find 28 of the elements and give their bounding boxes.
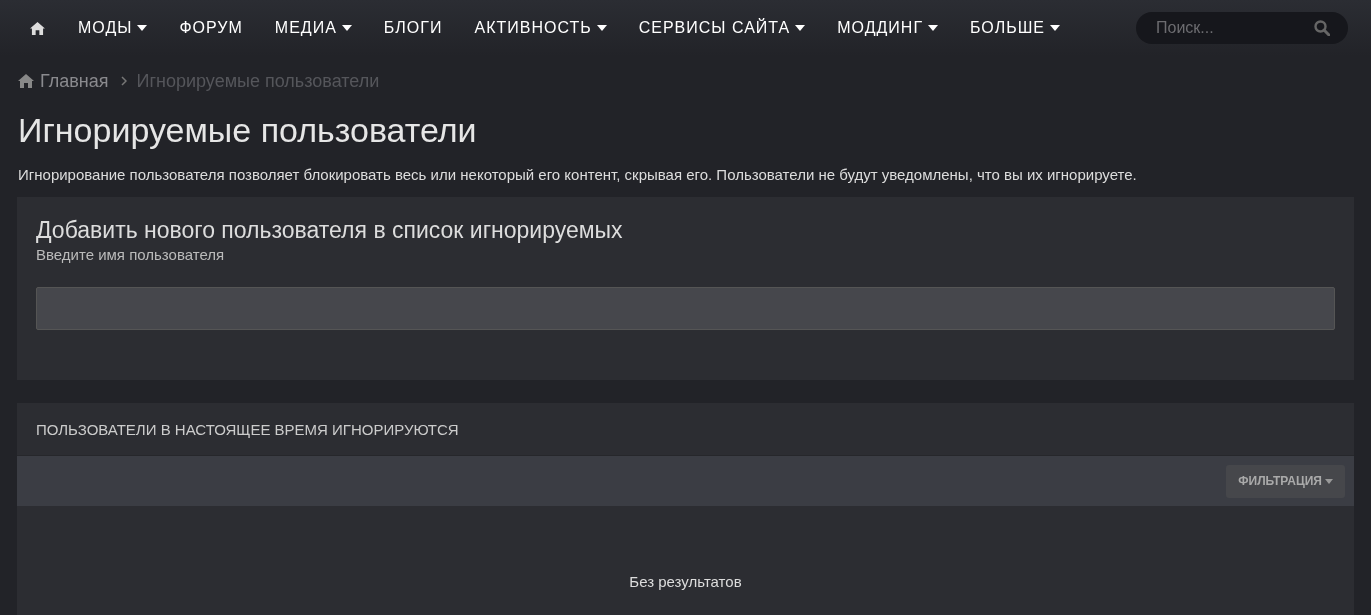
username-field[interactable] xyxy=(36,287,1335,330)
caret-icon xyxy=(795,25,806,31)
nav-menu-item[interactable]: БЛОГИ xyxy=(383,19,443,37)
caret-icon xyxy=(1049,25,1060,31)
home-icon[interactable] xyxy=(30,21,45,35)
caret-icon xyxy=(341,25,352,31)
filter-button[interactable]: ФИЛЬТРАЦИЯ xyxy=(1226,464,1345,498)
chevron-icon xyxy=(120,76,127,86)
nav-menu-item[interactable]: МОДЫ xyxy=(78,19,148,37)
caret-icon xyxy=(137,25,148,31)
nav-menu-item[interactable]: МЕДИА xyxy=(274,19,352,37)
nav-menu-item[interactable]: ФОРУМ xyxy=(179,19,243,37)
caret-icon xyxy=(928,25,939,31)
home-icon xyxy=(18,74,34,88)
search-icon[interactable] xyxy=(1314,20,1330,36)
section-title: Добавить нового пользователя в список игнорируемых xyxy=(36,217,624,244)
nav-menu-item[interactable]: МОДДИНГ xyxy=(837,19,939,37)
empty-message: Без результатов xyxy=(628,573,743,590)
nav-menu-item[interactable]: АКТИВНОСТЬ xyxy=(474,19,607,37)
page-title: Игнорируемые пользователи xyxy=(18,111,478,150)
nav-menu-item[interactable]: СЕРВИСЫ САЙТА xyxy=(638,19,806,37)
search-field[interactable]: Поиск... xyxy=(1136,12,1348,44)
caret-icon xyxy=(1325,478,1333,484)
page-description: Игнорирование пользователя позволяет блокировать весь или некоторый его контент, скрывая его. Пользователи не будут уведомлены, что вы их игнорируете. xyxy=(18,166,1138,183)
field-label: Введите имя пользователя xyxy=(36,246,226,263)
caret-icon xyxy=(596,25,607,31)
breadcrumb-link[interactable]: Главная xyxy=(40,70,109,92)
nav-menu-item[interactable]: БОЛЬШЕ xyxy=(970,19,1060,37)
